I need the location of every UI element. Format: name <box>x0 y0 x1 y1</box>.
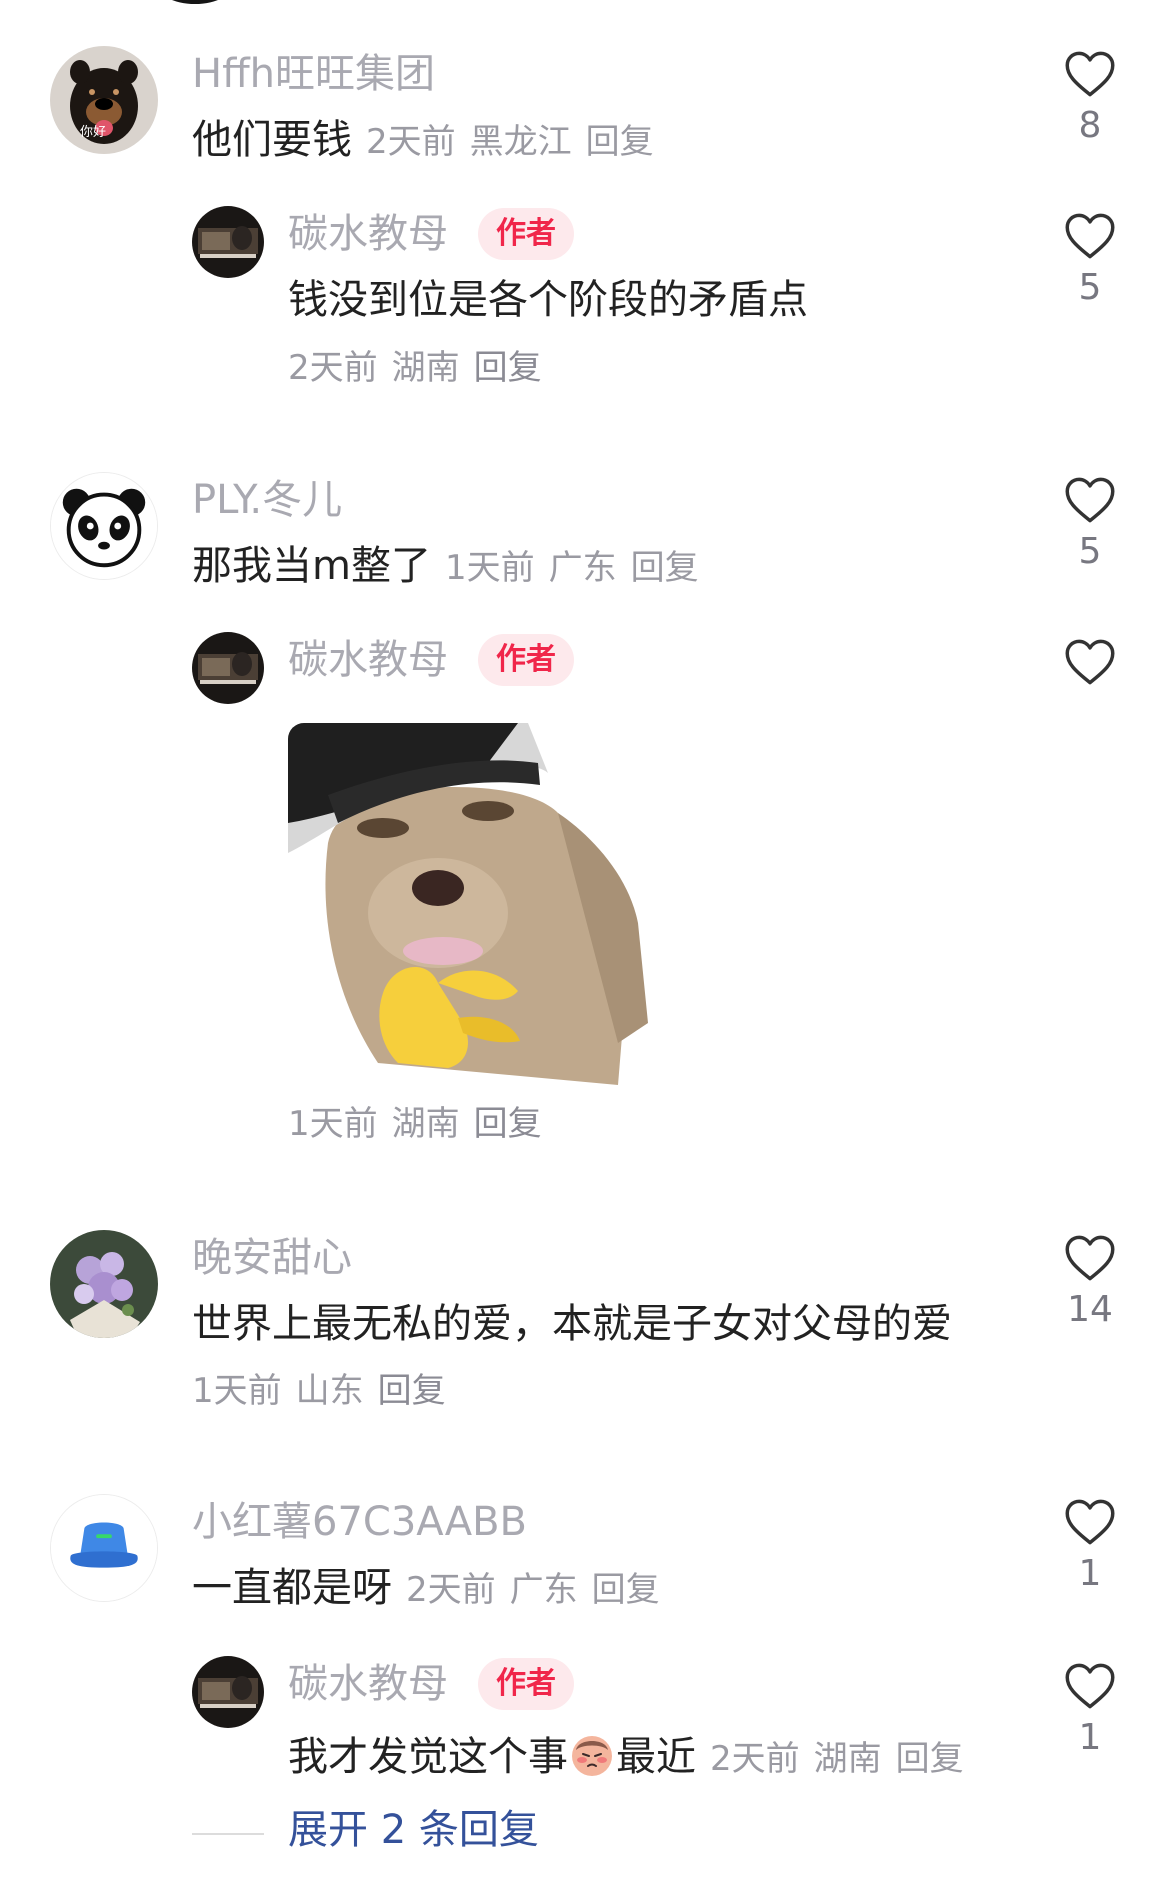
author-badge: 作者 <box>478 208 574 260</box>
reply-button[interactable]: 回复 <box>592 1570 660 1610</box>
expand-replies-link[interactable]: 展开 2 条回复 <box>288 1810 539 1850</box>
like-button[interactable]: 5 <box>1045 476 1135 570</box>
heart-outline-icon <box>1065 477 1115 523</box>
comment-text: 世界上最无私的爱，本就是子女对父母的爱 <box>192 1301 952 1347</box>
comment-meta: 1天前 广东 回复 <box>445 548 699 588</box>
comment-time: 1天前 <box>192 1371 282 1411</box>
like-button[interactable] <box>1045 638 1135 686</box>
username[interactable]: 晚安甜心 <box>192 1238 352 1278</box>
like-button[interactable]: 1 <box>1045 1498 1135 1592</box>
like-count: 8 <box>1078 105 1102 146</box>
reply-location: 湖南 <box>813 1739 882 1779</box>
avatar[interactable] <box>50 1494 158 1602</box>
heart-outline-icon <box>1065 213 1115 259</box>
reply-button[interactable]: 回复 <box>631 548 699 588</box>
reply-button[interactable]: 回复 <box>586 122 654 162</box>
dog-thinking-sticker[interactable] <box>288 723 650 1085</box>
like-button[interactable]: 1 <box>1045 1662 1135 1756</box>
like-button[interactable]: 8 <box>1045 50 1135 144</box>
reply-location: 湖南 <box>391 1104 460 1144</box>
previous-avatar-edge <box>155 0 235 4</box>
like-count: 5 <box>1078 531 1102 572</box>
reply-meta: 2天前 湖南 回复 <box>288 351 542 385</box>
comment-meta: 2天前 广东 回复 <box>406 1570 660 1610</box>
author-username[interactable]: 碳水教母 <box>288 1664 448 1704</box>
reply-button[interactable]: 回复 <box>378 1371 446 1411</box>
reply-button[interactable]: 回复 <box>474 1104 542 1144</box>
comment-text: 他们要钱 2天前 黑龙江 回复 <box>192 120 654 160</box>
comment-location: 广东 <box>509 1570 578 1610</box>
author-avatar[interactable] <box>192 1656 264 1728</box>
reply-button[interactable]: 回复 <box>474 348 542 388</box>
comment-location: 黑龙江 <box>469 122 572 162</box>
reply-time: 2天前 <box>710 1739 800 1779</box>
like-count: 5 <box>1078 267 1102 308</box>
comment-time: 2天前 <box>406 1570 496 1610</box>
username[interactable]: 小红薯67C3AABB <box>192 1502 527 1542</box>
author-username[interactable]: 碳水教母 <box>288 214 448 254</box>
expand-divider <box>192 1833 264 1835</box>
reply-time: 1天前 <box>288 1104 378 1144</box>
reply-meta: 1天前 湖南 回复 <box>288 1107 542 1141</box>
author-badge: 作者 <box>478 634 574 686</box>
reply-time: 2天前 <box>288 348 378 388</box>
avatar[interactable] <box>50 1230 158 1338</box>
comment-time: 1天前 <box>444 548 535 588</box>
author-username[interactable]: 碳水教母 <box>288 640 448 680</box>
like-button[interactable]: 5 <box>1045 212 1135 306</box>
comment-body: 他们要钱 <box>192 117 352 163</box>
like-count: 14 <box>1067 1289 1113 1330</box>
reply-meta: 2天前 湖南 回复 <box>710 1739 964 1779</box>
blushing-emoji <box>568 1730 616 1778</box>
heart-outline-icon <box>1065 1663 1115 1709</box>
heart-outline-icon <box>1065 1499 1115 1545</box>
comment-body: 那我当m整了 <box>192 543 431 589</box>
heart-outline-icon <box>1065 51 1115 97</box>
author-avatar[interactable] <box>192 632 264 704</box>
username[interactable]: Hffh旺旺集团 <box>192 54 435 94</box>
comment-meta: 1天前 山东 回复 <box>192 1374 446 1408</box>
username[interactable]: PLY.冬儿 <box>192 480 342 520</box>
svg-text:你好: 你好 <box>80 125 106 140</box>
like-count: 1 <box>1078 1553 1102 1594</box>
avatar[interactable]: 你好 <box>50 46 158 154</box>
avatar[interactable] <box>50 472 158 580</box>
comment-text: 那我当m整了 1天前 广东 回复 <box>192 546 699 586</box>
reply-text-part: 我才发觉这个事 <box>288 1734 568 1780</box>
comment-location: 山东 <box>295 1371 364 1411</box>
comment-text: 一直都是呀 2天前 广东 回复 <box>192 1568 660 1608</box>
comment-location: 广东 <box>548 548 617 588</box>
author-avatar[interactable] <box>192 206 264 278</box>
reply-text: 钱没到位是各个阶段的矛盾点 <box>288 277 808 323</box>
comment-meta: 2天前 黑龙江 回复 <box>366 122 654 162</box>
comment-time: 2天前 <box>366 122 456 162</box>
reply-location: 湖南 <box>391 348 460 388</box>
reply-text-part: 最近 <box>616 1734 696 1780</box>
comment-body: 一直都是呀 <box>192 1565 392 1611</box>
like-count: 1 <box>1078 1717 1102 1758</box>
reply-text: 我才发觉这个事 最近 2天前 湖南 回复 <box>288 1730 964 1778</box>
like-button[interactable]: 14 <box>1045 1234 1135 1328</box>
heart-outline-icon <box>1065 639 1115 685</box>
reply-button[interactable]: 回复 <box>896 1739 964 1779</box>
author-badge: 作者 <box>478 1658 574 1710</box>
heart-outline-icon <box>1065 1235 1115 1281</box>
